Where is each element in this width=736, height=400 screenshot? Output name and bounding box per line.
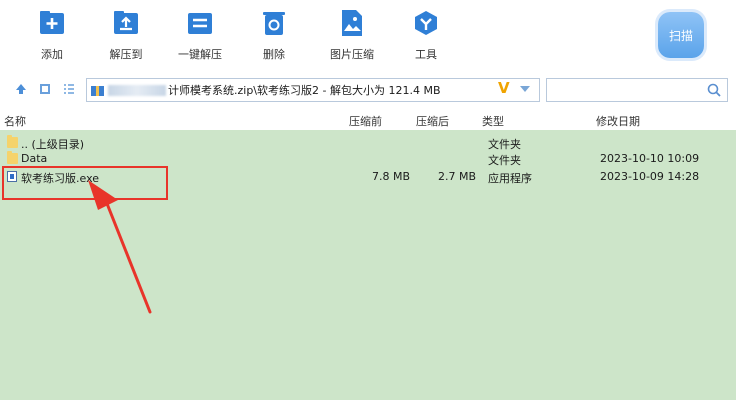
annotation-arrow (88, 180, 152, 314)
